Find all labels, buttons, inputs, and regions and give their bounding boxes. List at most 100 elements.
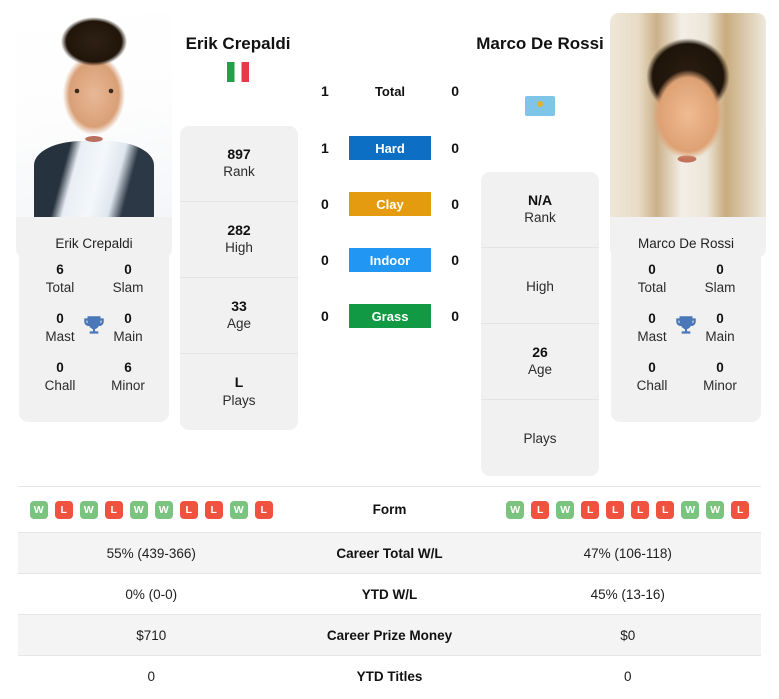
stat-rank-left: 897 Rank	[180, 126, 298, 202]
titles-row: 0 Chall 0 Minor	[617, 359, 755, 408]
h2h-left-count: 0	[321, 196, 329, 212]
comparison-table: W L W L W W L L W L Form W L W L L L L W W L 55% (439-366) Car…	[18, 486, 761, 696]
form-badges: WLWLLLLWWL	[495, 500, 762, 519]
table-cell-left: 55% (439-366)	[106, 545, 196, 561]
form-badge-win[interactable]: W	[556, 500, 575, 519]
h2h-left-count: 1	[321, 140, 329, 156]
titles-label: Mast	[45, 328, 75, 344]
form-badge-win[interactable]: W	[129, 500, 148, 519]
table-cell-right: 47% (106-118)	[583, 545, 672, 561]
titles-grid-right: 0 Total 0 Slam 0 Mast 0 Main 0 Chall 0 M…	[617, 261, 755, 408]
titles-label: Slam	[704, 279, 736, 295]
stat-value: 26	[532, 343, 548, 360]
stat-rank-right: N/A Rank	[481, 172, 599, 248]
player-photo-card-right[interactable]: Marco De Rossi	[610, 13, 766, 258]
h2h-right-count: 0	[451, 196, 459, 212]
stat-plays-left: L Plays	[180, 354, 298, 430]
titles-label: Slam	[112, 279, 144, 295]
titles-value: 0	[716, 262, 724, 277]
form-badge-loss[interactable]: L	[731, 500, 750, 519]
table-row-label: Career Total W/L	[336, 545, 443, 561]
titles-row: 0 Chall 6 Minor	[25, 359, 163, 408]
titles-label: Total	[637, 279, 667, 295]
italy-flag-icon	[223, 62, 253, 82]
titles-label: Total	[45, 279, 75, 295]
table-cell-right: 45% (13-16)	[590, 586, 665, 602]
h2h-left-count: 0	[321, 252, 329, 268]
form-badges: WLWLWWLLWL	[18, 500, 285, 519]
trophy-icon	[84, 316, 104, 334]
stat-high-left: 282 High	[180, 202, 298, 278]
titles-mast-right: 0 Mast	[625, 310, 679, 345]
table-row: 0 YTD Titles 0	[18, 655, 761, 696]
surface-badge-grass[interactable]: Grass	[349, 304, 431, 328]
form-badge-loss[interactable]: L	[54, 500, 73, 519]
titles-total-right: 0 Total	[625, 261, 679, 296]
stat-label: Age	[527, 362, 553, 378]
titles-heading-left: Erik Crepaldi	[55, 236, 133, 251]
stat-label: Rank	[524, 210, 556, 226]
form-badge-win[interactable]: W	[29, 500, 48, 519]
form-badge-loss[interactable]: L	[104, 500, 123, 519]
h2h-right-count: 0	[451, 140, 459, 156]
titles-value: 0	[716, 311, 724, 327]
surface-badge-indoor[interactable]: Indoor	[349, 248, 431, 272]
titles-label: Main	[705, 328, 735, 344]
player-stats-right: N/A Rank High 26 Age Plays	[481, 172, 599, 476]
titles-value: 0	[648, 360, 656, 376]
form-badge-loss[interactable]: L	[656, 500, 675, 519]
stat-label: High	[225, 240, 253, 256]
form-badge-win[interactable]: W	[706, 500, 725, 519]
titles-value: 0	[124, 262, 132, 277]
h2h-right-count: 0	[451, 83, 459, 99]
form-badge-loss[interactable]: L	[531, 500, 550, 519]
h2h-left-count: 1	[321, 83, 329, 99]
titles-chall-left: 0 Chall	[33, 359, 87, 394]
form-badge-loss[interactable]: L	[631, 500, 650, 519]
stat-value: 897	[227, 145, 251, 162]
form-badge-win[interactable]: W	[506, 500, 525, 519]
form-badge-win[interactable]: W	[681, 500, 700, 519]
stat-value: 282	[227, 221, 251, 238]
player-name-right[interactable]: Marco De Rossi	[470, 34, 610, 55]
titles-grid-left: 6 Total 0 Slam 0 Mast 0 Main 0 Chall 6 M…	[25, 261, 163, 408]
table-cell-left: 0% (0-0)	[125, 586, 178, 602]
surface-badge-clay[interactable]: Clay	[349, 192, 431, 216]
player-photo-card-left[interactable]: Erik Crepaldi	[16, 13, 172, 258]
h2h-left-count: 0	[321, 308, 329, 324]
titles-slam-right: 0 Slam	[693, 261, 747, 296]
titles-value: 6	[124, 360, 132, 376]
titles-label: Minor	[111, 377, 145, 393]
titles-label: Chall	[636, 377, 668, 393]
h2h-right-count: 0	[451, 252, 459, 268]
form-badge-loss[interactable]: L	[204, 500, 223, 519]
titles-value: 0	[716, 360, 724, 376]
titles-value: 0	[56, 360, 64, 376]
form-badge-win[interactable]: W	[154, 500, 173, 519]
table-row-label: YTD Titles	[356, 668, 423, 684]
trophy-icon	[676, 316, 696, 334]
titles-value: 0	[56, 311, 64, 327]
stat-value: 33	[231, 297, 247, 314]
titles-total-left: 6 Total	[33, 261, 87, 296]
table-row: 55% (439-366) Career Total W/L 47% (106-11…	[18, 532, 761, 573]
stat-value: N/A	[527, 191, 553, 208]
table-cell-left: $710	[136, 627, 167, 643]
stat-label: Age	[226, 316, 252, 332]
form-badge-loss[interactable]: L	[179, 500, 198, 519]
table-row-label: Career Prize Money	[326, 627, 453, 643]
stat-high-right: High	[481, 248, 599, 324]
player-name-left[interactable]: Erik Crepaldi	[168, 34, 308, 55]
form-badge-loss[interactable]: L	[581, 500, 600, 519]
stat-label: Plays	[222, 392, 256, 408]
form-badge-win[interactable]: W	[229, 500, 248, 519]
form-badge-loss[interactable]: L	[254, 500, 273, 519]
form-badge-loss[interactable]: L	[606, 500, 625, 519]
form-badge-win[interactable]: W	[79, 500, 98, 519]
titles-label: Chall	[44, 377, 76, 393]
table-cell-left: WLWLWWLLWL	[18, 500, 285, 519]
titles-row: 0 Total 0 Slam	[617, 261, 755, 310]
h2h-row-indoor: 0 Indoor 0	[310, 232, 470, 288]
titles-minor-right: 0 Minor	[693, 359, 747, 394]
surface-badge-hard[interactable]: Hard	[349, 136, 431, 160]
